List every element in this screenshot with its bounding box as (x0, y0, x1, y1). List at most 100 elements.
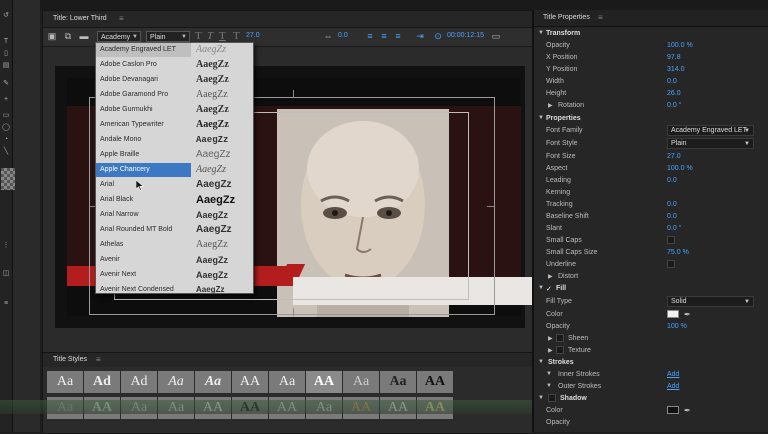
center-icon[interactable]: ◫ (1, 270, 11, 278)
font-family-select[interactable]: Academy Engraved LET ▼ (667, 125, 754, 136)
texture-checkbox[interactable] (556, 346, 564, 354)
style-swatch[interactable]: Aa (158, 371, 194, 393)
disclosure-triangle-icon[interactable]: ▼ (546, 383, 552, 389)
small-caps-size-value[interactable]: 75.0 % (667, 249, 689, 256)
roll-crawl-icon[interactable]: ⧉ (63, 31, 73, 41)
baseline-shift-value[interactable]: 0.0 (667, 213, 677, 220)
fill-opacity-value[interactable]: 100 % (667, 323, 687, 330)
tracking-value[interactable]: 0.0 (667, 201, 677, 208)
bold-icon[interactable]: T (195, 30, 202, 42)
font-option[interactable]: Arial Black (96, 193, 191, 207)
title-panel-tab[interactable]: Title: Lower Third ≡ (43, 11, 533, 28)
underline-icon[interactable]: T (219, 30, 226, 42)
section-transform[interactable]: ▼ Transform (534, 28, 768, 40)
add-outer-stroke-link[interactable]: Add (667, 383, 679, 390)
shadow-checkbox[interactable] (548, 394, 556, 402)
eyedropper-icon[interactable]: ✒ (684, 310, 691, 319)
disclosure-triangle-icon[interactable]: ▼ (538, 30, 544, 36)
section-strokes[interactable]: ▼ Strokes (534, 357, 768, 369)
sheen-checkbox[interactable] (556, 334, 564, 342)
pen-tool-icon[interactable]: ✎ (1, 80, 11, 88)
disclosure-triangle-icon[interactable]: ▼ (538, 115, 544, 121)
style-swatch[interactable]: Aa (269, 371, 305, 393)
style-swatch[interactable]: AA (417, 371, 453, 393)
align-icon[interactable]: ⋮ (1, 242, 11, 250)
type-tool-icon[interactable]: T (1, 38, 11, 46)
rectangle-tool-icon[interactable]: ▭ (1, 112, 11, 120)
style-swatch[interactable]: Aa (380, 371, 416, 393)
font-size-value[interactable]: 27.0 (667, 153, 681, 160)
align-right-icon[interactable]: ≡ (393, 31, 403, 41)
fill-type-select[interactable]: Solid ▼ (667, 296, 754, 307)
title-properties-tab[interactable]: Title Properties ≡ (534, 10, 768, 27)
font-option[interactable]: Avenir Next Condensed (96, 283, 191, 293)
leading-value[interactable]: 0.0 (667, 177, 677, 184)
aspect-value[interactable]: 100.0 % (667, 165, 693, 172)
style-swatch[interactable]: AA (306, 371, 342, 393)
hamburger-menu-icon[interactable]: ≡ (96, 355, 101, 364)
font-style-select[interactable]: Plain ▼ (146, 31, 190, 42)
font-option[interactable]: Avenir Next (96, 268, 191, 282)
font-style-select[interactable]: Plain ▼ (667, 138, 754, 149)
style-swatch[interactable]: Aa (343, 371, 379, 393)
fill-color-swatch[interactable] (667, 310, 679, 318)
shadow-color-swatch[interactable] (667, 406, 679, 414)
fill-checkbox-icon[interactable]: ✓ (546, 285, 552, 293)
hamburger-menu-icon[interactable]: ≡ (119, 14, 124, 23)
style-swatch[interactable]: AA (232, 371, 268, 393)
font-option[interactable]: Athelas (96, 238, 191, 252)
slant-value[interactable]: 0.0 ° (667, 225, 681, 232)
style-swatch[interactable]: Aa (47, 371, 83, 393)
kerning-value[interactable]: 0.0 (338, 32, 348, 39)
disclosure-triangle-icon[interactable]: ▶ (548, 273, 553, 280)
timecode[interactable]: 00:00:12:15 (447, 32, 484, 39)
add-inner-stroke-link[interactable]: Add (667, 371, 679, 378)
disclosure-triangle-icon[interactable]: ▶ (548, 347, 553, 354)
rotation-value[interactable]: 0.0 ° (667, 102, 681, 109)
rotate-tool-icon[interactable]: ↺ (1, 12, 11, 20)
small-caps-checkbox[interactable] (667, 236, 675, 244)
line-tool-icon[interactable]: ╲ (1, 148, 11, 156)
y-position-value[interactable]: 314.0 (667, 66, 685, 73)
area-type-tool-icon[interactable]: ▤ (1, 62, 11, 70)
width-value[interactable]: 0.0 (667, 78, 677, 85)
show-video-icon[interactable]: ▭ (491, 31, 501, 41)
font-family-dropdown[interactable]: Academy Engraved LET AaegZz Adobe Caslon… (95, 42, 254, 294)
style-swatch[interactable]: Aa (195, 371, 231, 393)
disclosure-triangle-icon[interactable]: ▼ (538, 395, 544, 401)
italic-icon[interactable]: T (207, 30, 213, 42)
align-left-icon[interactable]: ≡ (365, 31, 375, 41)
font-option[interactable]: Arial Narrow (96, 208, 191, 222)
height-value[interactable]: 26.0 (667, 90, 681, 97)
opacity-value[interactable]: 100.0 % (667, 42, 693, 49)
disclosure-triangle-icon[interactable]: ▶ (548, 335, 553, 342)
section-fill[interactable]: ▼ ✓ Fill (534, 283, 768, 295)
font-option[interactable]: Adobe Devanagari (96, 73, 191, 87)
vertical-type-tool-icon[interactable]: ▯ (1, 50, 11, 58)
arc-tool-icon[interactable]: ◔ (1, 136, 11, 144)
underline-checkbox[interactable] (667, 260, 675, 268)
show-background-icon[interactable]: ⊙ (433, 31, 443, 41)
font-family-select[interactable]: Academy ▼ (97, 31, 141, 42)
disclosure-triangle-icon[interactable]: ▼ (546, 371, 552, 377)
disclosure-triangle-icon[interactable]: ▶ (548, 102, 553, 109)
style-swatch[interactable]: Ad (121, 371, 157, 393)
title-styles-tab[interactable]: Title Styles ≡ (43, 353, 533, 367)
font-size-value[interactable]: 27.0 (246, 32, 260, 39)
font-option[interactable]: Arial Rounded MT Bold (96, 223, 191, 237)
font-option[interactable]: Adobe Caslon Pro (96, 58, 191, 72)
disclosure-triangle-icon[interactable]: ▼ (538, 359, 544, 365)
eyedropper-icon[interactable]: ✒ (684, 406, 691, 415)
font-option[interactable]: Apple Braille (96, 148, 191, 162)
tab-stops-icon[interactable]: ⇥ (415, 31, 425, 41)
ellipse-tool-icon[interactable]: ◯ (1, 124, 11, 132)
section-properties[interactable]: ▼ Properties (534, 113, 768, 125)
font-option[interactable]: Adobe Gurmukhi (96, 103, 191, 117)
add-anchor-tool-icon[interactable]: + (1, 96, 11, 104)
font-option[interactable]: Avenir (96, 253, 191, 267)
font-option-selected[interactable]: Apple Chancery (96, 163, 191, 177)
font-option[interactable]: Andale Mono (96, 133, 191, 147)
x-position-value[interactable]: 97.8 (667, 54, 681, 61)
new-title-icon[interactable]: ▣ (47, 31, 57, 41)
distribute-icon[interactable]: ≡ (1, 300, 11, 308)
